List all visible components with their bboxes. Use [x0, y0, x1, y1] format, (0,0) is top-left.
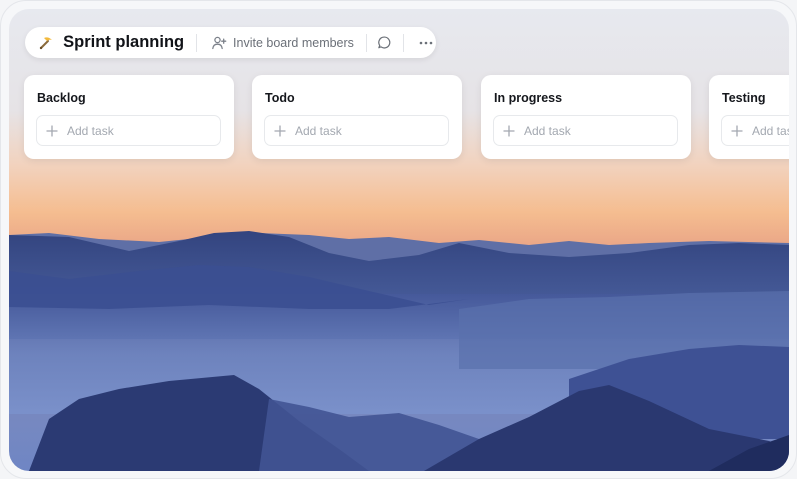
column-title: Backlog — [37, 91, 86, 105]
column-todo: Todo Add task — [252, 75, 462, 159]
column-title: In progress — [494, 91, 563, 105]
board-canvas: Sprint planning Invite board members Bac… — [9, 9, 789, 471]
more-horizontal-icon[interactable] — [416, 34, 436, 52]
add-task-button[interactable]: Add task — [721, 115, 789, 146]
column-in-progress: In progress Add task — [481, 75, 691, 159]
app-frame: Sprint planning Invite board members Bac… — [0, 0, 797, 479]
add-task-label: Add task — [67, 123, 114, 138]
divider — [403, 33, 405, 52]
add-task-label: Add task — [524, 123, 571, 138]
column-testing: Testing Add task — [709, 75, 789, 159]
plus-icon — [274, 124, 286, 137]
add-task-button[interactable]: Add task — [264, 115, 449, 146]
add-task-button[interactable]: Add task — [493, 115, 678, 146]
divider — [365, 33, 367, 52]
plus-icon — [503, 124, 515, 137]
comment-icon[interactable] — [377, 34, 393, 52]
column-title: Todo — [265, 91, 295, 105]
add-task-label: Add task — [752, 123, 789, 138]
pickaxe-icon — [37, 33, 55, 53]
invite-members-label: Invite board members — [233, 35, 354, 50]
board-header: Sprint planning Invite board members — [25, 27, 436, 58]
add-task-label: Add task — [295, 123, 342, 138]
add-task-button[interactable]: Add task — [36, 115, 221, 146]
plus-icon — [731, 124, 743, 137]
invite-members-button[interactable]: Invite board members — [211, 35, 354, 51]
plus-icon — [46, 124, 58, 137]
add-user-icon — [211, 35, 227, 51]
divider — [196, 33, 198, 52]
column-backlog: Backlog Add task — [24, 75, 234, 159]
board-title[interactable]: Sprint planning — [63, 33, 184, 52]
column-title: Testing — [722, 91, 766, 105]
